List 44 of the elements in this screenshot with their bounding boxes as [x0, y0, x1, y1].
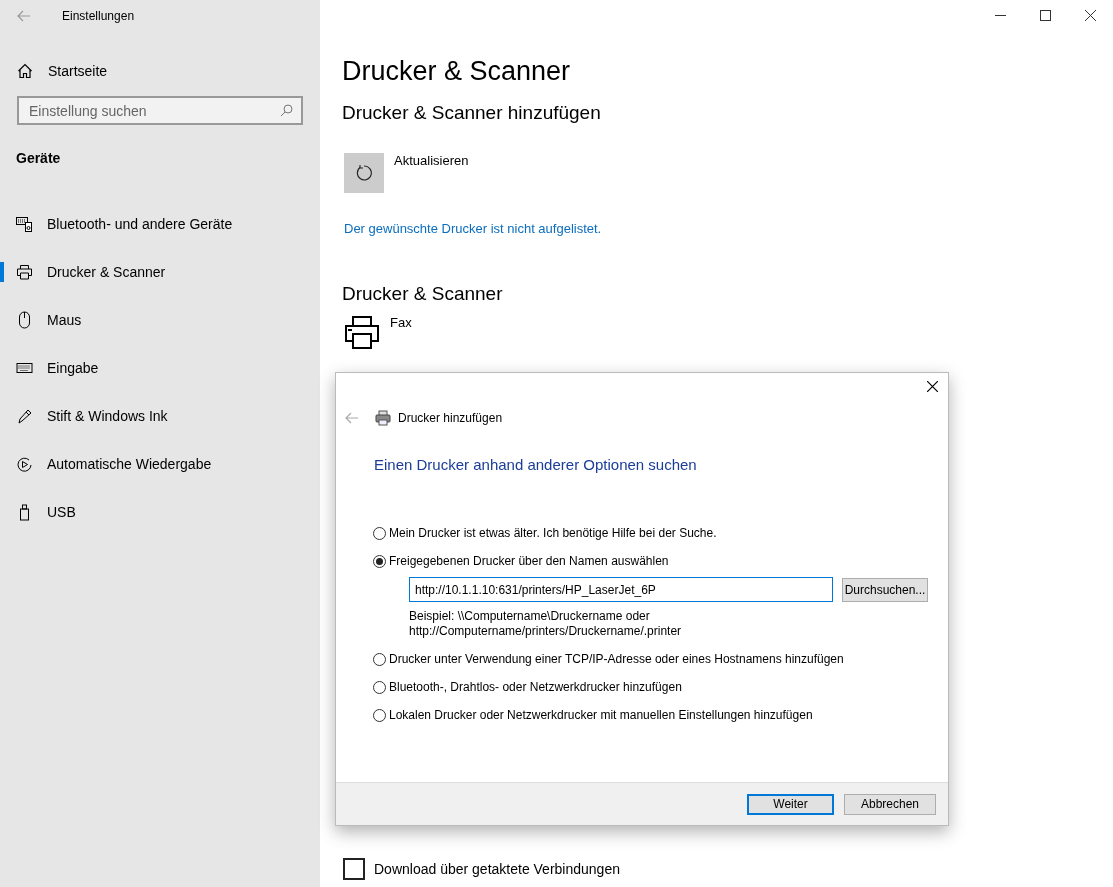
sidebar-item[interactable]: Eingabe	[0, 344, 320, 392]
printer-icon	[344, 315, 380, 349]
sidebar-item[interactable]: Maus	[0, 296, 320, 344]
search-icon	[280, 104, 293, 117]
checkbox[interactable]	[343, 858, 365, 880]
radio-option[interactable]: Drucker unter Verwendung einer TCP/IP-Adresse oder eines Hostnamens hinzufügen	[373, 645, 948, 673]
sidebar-item[interactable]: USB	[0, 488, 320, 536]
radio-option[interactable]: Bluetooth-, Drahtlos- oder Netzwerkdrucker hinzufügen	[373, 673, 948, 701]
radio-option[interactable]: Freigegebenen Drucker über den Namen auswählen	[373, 547, 948, 575]
keyboard-speaker-icon	[16, 215, 33, 233]
dialog-heading: Einen Drucker anhand anderer Optionen suchen	[374, 456, 698, 473]
search-field[interactable]: Einstellung suchen	[17, 96, 303, 125]
section-heading: Geräte	[16, 150, 62, 166]
mouse-icon	[16, 311, 33, 329]
refresh-label: Aktualisieren	[394, 153, 469, 170]
dialog-button[interactable]: Weiter	[747, 793, 834, 815]
dialog-title: Drucker hinzufügen	[398, 411, 503, 425]
pen-icon	[16, 407, 33, 425]
printer-address-field[interactable]: http://10.1.1.10:631/printers/HP_LaserJet_6P	[409, 577, 833, 602]
sidebar-item[interactable]: Bluetooth- und andere Geräte	[0, 200, 320, 248]
section-heading: Drucker & Scanner	[342, 282, 504, 306]
printer-list-item[interactable]: Fax	[344, 315, 412, 349]
refresh-icon	[355, 164, 373, 182]
sidebar-item[interactable]: Stift & Windows Ink	[0, 392, 320, 440]
close-icon[interactable]	[927, 381, 938, 392]
printer-icon	[16, 264, 33, 280]
home-link[interactable]: Startseite	[17, 56, 320, 86]
printer-not-listed-link[interactable]: Der gewünschte Drucker ist nicht aufgelistet.	[344, 221, 602, 236]
home-icon	[17, 63, 33, 79]
refresh-button[interactable]	[344, 153, 384, 193]
section-heading: Drucker & Scanner hinzufügen	[342, 101, 602, 125]
sidebar-item[interactable]: Drucker & Scanner	[0, 248, 320, 296]
radio-option[interactable]: Mein Drucker ist etwas älter. Ich benötige Hilfe bei der Suche.	[373, 519, 948, 547]
radio-option[interactable]: Lokalen Drucker oder Netzwerkdrucker mit manuellen Einstellungen hinzufügen	[373, 701, 948, 729]
keyboard-icon	[16, 363, 33, 373]
example-hint: Beispiel: \\Computername\Druckername oder http://Computername/printers/Druckername/.printer	[409, 609, 683, 639]
play-circle-icon	[16, 455, 33, 473]
browse-button[interactable]: Durchsuchen...	[842, 577, 928, 602]
sidebar-item[interactable]: Automatische Wiedergabe	[0, 440, 320, 488]
checkbox-label: Download über getaktete Verbindungen	[374, 861, 620, 877]
page-title: Drucker & Scanner	[342, 55, 572, 88]
printer-icon	[375, 410, 391, 426]
dialog-button[interactable]: Abbrechen	[844, 793, 936, 815]
window-title: Einstellungen	[62, 9, 135, 23]
